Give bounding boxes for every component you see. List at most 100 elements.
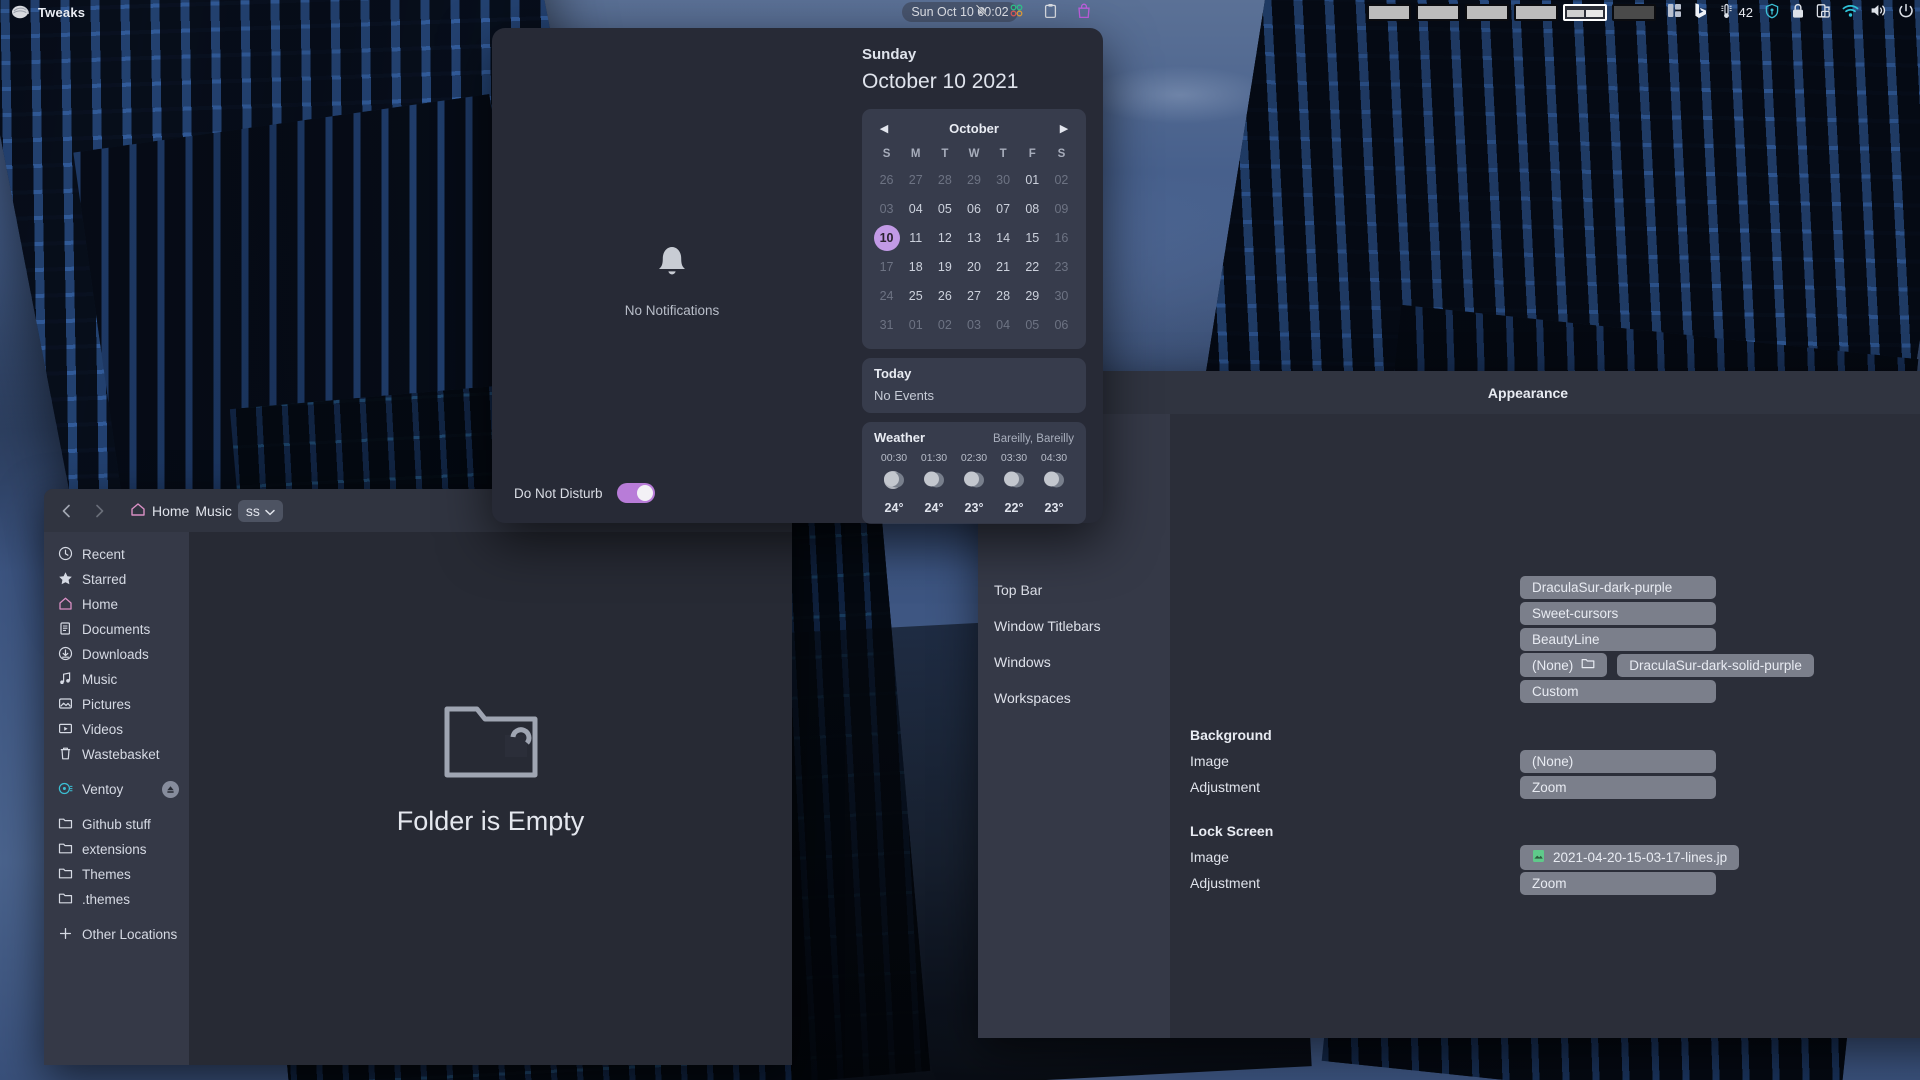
sidebar-item-extensions[interactable]: extensions	[44, 837, 189, 862]
color-dots-icon[interactable]	[1009, 3, 1024, 21]
breadcrumb-current[interactable]: ss	[238, 500, 283, 522]
workspace-switcher[interactable]	[1367, 4, 1656, 21]
sidebar-item-workspaces[interactable]: Workspaces	[978, 680, 1170, 716]
calendar-day[interactable]: 08	[1018, 194, 1047, 223]
shell-theme-dropdown[interactable]: DraculaSur-dark-solid-purple	[1617, 654, 1814, 677]
calendar-day[interactable]: 06	[959, 194, 988, 223]
calendar-day[interactable]: 26	[930, 281, 959, 310]
chevron-right-icon[interactable]: ▶	[1056, 122, 1072, 135]
calendar-day[interactable]: 30	[1047, 281, 1076, 310]
calendar-day[interactable]: 18	[901, 252, 930, 281]
back-arrow-icon[interactable]	[54, 498, 80, 524]
calendar-day[interactable]: 11	[901, 223, 930, 252]
calendar-day[interactable]: 28	[930, 165, 959, 194]
workspace-thumb-3[interactable]	[1465, 4, 1509, 21]
applications-theme-dropdown[interactable]: DraculaSur-dark-purple	[1520, 576, 1716, 599]
calendar-day[interactable]: 05	[930, 194, 959, 223]
security-shield-icon[interactable]	[1764, 3, 1780, 22]
calendar-day[interactable]: 01	[1018, 165, 1047, 194]
calendar-day[interactable]: 01	[901, 310, 930, 339]
calendar-day[interactable]: 04	[901, 194, 930, 223]
calendar-day[interactable]: 19	[930, 252, 959, 281]
workspace-thumb-6[interactable]	[1612, 4, 1656, 21]
sidebar-item-dot-themes[interactable]: .themes	[44, 887, 189, 912]
breadcrumb-music[interactable]: Music	[195, 503, 232, 519]
calendar-day[interactable]: 16	[1047, 223, 1076, 252]
shell-theme-file-button[interactable]: (None)	[1520, 653, 1607, 677]
calendar-day[interactable]: 30	[989, 165, 1018, 194]
calendar-day[interactable]: 07	[989, 194, 1018, 223]
breadcrumb-home[interactable]: Home	[130, 502, 189, 520]
calendar-day[interactable]: 02	[930, 310, 959, 339]
calendar-day[interactable]: 31	[872, 310, 901, 339]
lock-screen-adjustment-dropdown[interactable]: Zoom	[1520, 872, 1716, 895]
sidebar-item-home[interactable]: Home	[44, 592, 189, 617]
calendar-day-today[interactable]: 10	[872, 223, 901, 252]
sidebar-item-other-locations[interactable]: Other Locations	[44, 922, 189, 947]
sidebar-item-recent[interactable]: Recent	[44, 542, 189, 567]
temperature-indicator[interactable]: 42	[1719, 3, 1753, 22]
calendar-day[interactable]: 04	[989, 310, 1018, 339]
chevron-left-icon[interactable]: ◀	[876, 122, 892, 135]
sidebar-item-wastebasket[interactable]: Wastebasket	[44, 742, 189, 767]
sidebar-item-downloads[interactable]: Downloads	[44, 642, 189, 667]
calendar-day[interactable]: 23	[1047, 252, 1076, 281]
bing-browser-icon[interactable]	[1693, 2, 1708, 22]
sidebar-item-windows[interactable]: Windows	[978, 644, 1170, 680]
weather-widget[interactable]: Weather Bareilly, Bareilly 00:30 24° 01:…	[862, 422, 1086, 524]
calendar-day[interactable]: 20	[959, 252, 988, 281]
calendar-day[interactable]: 09	[1047, 194, 1076, 223]
wifi-icon[interactable]	[1842, 4, 1859, 21]
background-image-button[interactable]: (None)	[1520, 750, 1716, 773]
calendar-day[interactable]: 02	[1047, 165, 1076, 194]
sidebar-item-window-titlebars[interactable]: Window Titlebars	[978, 608, 1170, 644]
calendar-day[interactable]: 25	[901, 281, 930, 310]
sidebar-item-github-stuff[interactable]: Github stuff	[44, 812, 189, 837]
workspace-thumb-4[interactable]	[1514, 4, 1558, 21]
calendar-day[interactable]: 27	[901, 165, 930, 194]
do-not-disturb-toggle[interactable]	[617, 483, 655, 503]
calendar-day[interactable]: 06	[1047, 310, 1076, 339]
calendar-day[interactable]: 13	[959, 223, 988, 252]
sidebar-item-documents[interactable]: Documents	[44, 617, 189, 642]
sound-theme-dropdown[interactable]: Custom	[1520, 680, 1716, 703]
calendar-day[interactable]: 12	[930, 223, 959, 252]
icons-theme-dropdown[interactable]: BeautyLine	[1520, 628, 1716, 651]
volume-icon[interactable]	[1870, 3, 1887, 21]
calendar-day[interactable]: 15	[1018, 223, 1047, 252]
workspace-thumb-2[interactable]	[1416, 4, 1460, 21]
sidebar-item-starred[interactable]: Starred	[44, 567, 189, 592]
forward-arrow-icon[interactable]	[86, 498, 112, 524]
workspace-thumb-1[interactable]	[1367, 4, 1411, 21]
bell-muted-icon[interactable]	[975, 3, 989, 21]
calendar-day[interactable]: 17	[872, 252, 901, 281]
shopping-bag-icon[interactable]	[1077, 3, 1091, 22]
calendar-day[interactable]: 29	[959, 165, 988, 194]
eject-icon[interactable]	[162, 781, 179, 798]
calendar-day[interactable]: 03	[872, 194, 901, 223]
sidebar-item-top-bar[interactable]: Top Bar	[978, 572, 1170, 608]
calendar-day[interactable]: 29	[1018, 281, 1047, 310]
cursor-theme-dropdown[interactable]: Sweet-cursors	[1520, 602, 1716, 625]
power-icon[interactable]	[1898, 3, 1914, 22]
sidebar-item-music[interactable]: Music	[44, 667, 189, 692]
calendar-day[interactable]: 24	[872, 281, 901, 310]
screen-cast-icon[interactable]	[1816, 3, 1831, 22]
calendar-day[interactable]: 21	[989, 252, 1018, 281]
lock-screen-image-button[interactable]: 2021-04-20-15-03-17-lines.jp	[1520, 845, 1739, 870]
do-not-disturb-row[interactable]: Do Not Disturb	[514, 483, 832, 503]
calendar-day[interactable]: 27	[959, 281, 988, 310]
calendar-day[interactable]: 14	[989, 223, 1018, 252]
calendar-day[interactable]: 26	[872, 165, 901, 194]
workspace-thumb-5[interactable]	[1563, 4, 1607, 21]
lock-icon[interactable]	[1791, 3, 1805, 22]
sidebar-item-pictures[interactable]: Pictures	[44, 692, 189, 717]
clipboard-icon[interactable]	[1044, 3, 1057, 22]
calendar-day[interactable]: 28	[989, 281, 1018, 310]
calendar-day[interactable]: 05	[1018, 310, 1047, 339]
calendar-day[interactable]: 22	[1018, 252, 1047, 281]
sidebar-item-ventoy[interactable]: Ventoy	[44, 777, 189, 802]
background-adjustment-dropdown[interactable]: Zoom	[1520, 776, 1716, 799]
window-layout-icon[interactable]	[1667, 3, 1682, 21]
sidebar-item-videos[interactable]: Videos	[44, 717, 189, 742]
